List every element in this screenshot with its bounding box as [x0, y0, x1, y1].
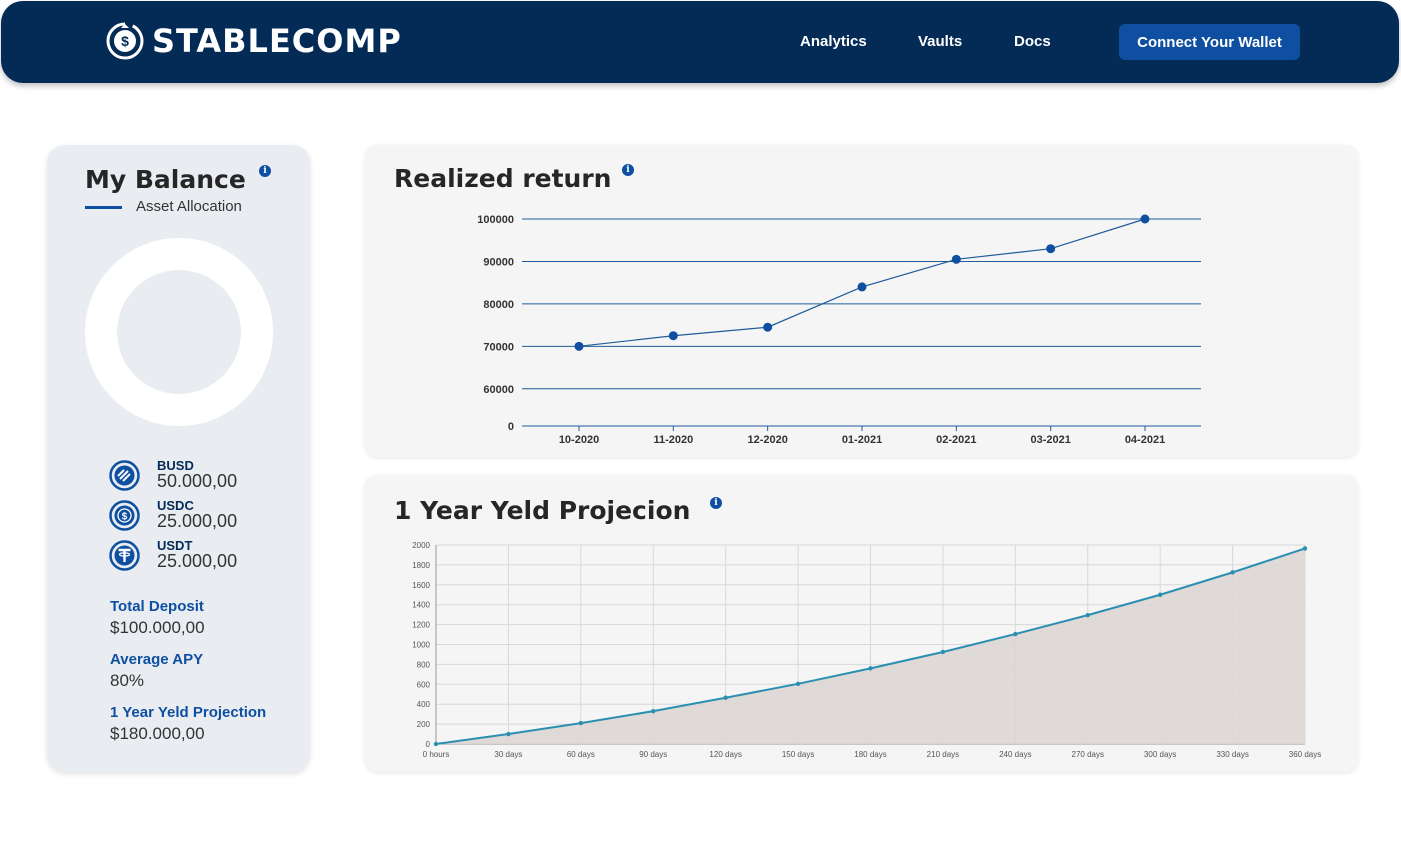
- data-point: [1085, 612, 1090, 618]
- nav-docs[interactable]: Docs: [1014, 33, 1051, 50]
- usdc-icon: $: [109, 500, 140, 531]
- balance-title: My Balance: [85, 165, 246, 194]
- y-tick-label: 800: [417, 660, 431, 669]
- average-apy-value: 80%: [110, 671, 145, 690]
- total-deposit-value: $100.000,00: [110, 618, 205, 637]
- data-point: [1046, 244, 1056, 254]
- x-tick-label: 30 days: [494, 750, 522, 759]
- info-icon[interactable]: i: [259, 165, 271, 177]
- x-tick-label: 240 days: [999, 750, 1031, 759]
- x-tick-label: 150 days: [782, 750, 814, 759]
- x-tick-label: 330 days: [1216, 750, 1248, 759]
- x-tick-label: 270 days: [1072, 750, 1104, 759]
- x-tick-label: 10-2020: [559, 434, 599, 446]
- svg-text:$: $: [122, 512, 128, 523]
- data-point: [795, 681, 801, 687]
- allocation-donut-chart: [85, 238, 273, 426]
- y-tick-label: 1000: [412, 641, 430, 650]
- y-tick-label: 1800: [412, 561, 430, 570]
- y-tick-label: 1200: [412, 621, 430, 630]
- y-tick-label: 400: [417, 700, 431, 709]
- y-tick-label: 70000: [483, 341, 514, 353]
- svg-text:$: $: [121, 33, 129, 49]
- data-point: [940, 649, 946, 655]
- y-tick-label: 600: [417, 680, 431, 689]
- data-point: [1140, 214, 1150, 224]
- y-tick-label: 0: [426, 740, 431, 749]
- data-point: [951, 254, 961, 264]
- y-tick-label: 90000: [483, 256, 514, 268]
- data-point: [1013, 631, 1018, 637]
- asset-row-usdc: $ USDC 25.000,00: [109, 498, 289, 532]
- balance-card: My Balance i Asset Allocation BUSD 50.00…: [47, 145, 310, 772]
- data-point: [1302, 546, 1308, 551]
- donut-hole: [117, 270, 241, 394]
- top-navbar: $ STABLECOMP Analytics Vaults Docs Conne…: [1, 1, 1399, 83]
- y-tick-label: 1400: [412, 601, 430, 610]
- realized-return-chart: 0 60000 70000 80000 90000 100000 10-2020 11-202…: [477, 214, 1201, 446]
- usdt-icon: [109, 540, 140, 571]
- connect-wallet-button[interactable]: Connect Your Wallet: [1119, 24, 1300, 60]
- data-point: [651, 708, 656, 714]
- yield-projection-value: $180.000,00: [110, 724, 205, 743]
- x-tick-label: 60 days: [567, 750, 595, 759]
- data-point: [1230, 570, 1235, 575]
- x-tick-label: 90 days: [639, 750, 667, 759]
- asset-amount: 25.000,00: [157, 511, 238, 531]
- yield-projection-label: 1 Year Yeld Projection: [110, 704, 267, 721]
- y-tick-label: 2000: [412, 541, 430, 550]
- total-deposit-label: Total Deposit: [110, 598, 204, 615]
- nav-vaults[interactable]: Vaults: [918, 33, 962, 50]
- x-tick-label: 0 hours: [423, 750, 450, 759]
- x-tick-label: 360 days: [1289, 750, 1321, 759]
- brand-logo[interactable]: $ STABLECOMP: [105, 21, 402, 61]
- data-point: [668, 331, 678, 341]
- average-apy-label: Average APY: [110, 651, 204, 668]
- data-point: [574, 341, 584, 351]
- data-point: [763, 322, 773, 332]
- y-tick-label: 80000: [483, 299, 514, 311]
- y-tick-label: 100000: [477, 214, 514, 226]
- x-tick-label: 03-2021: [1030, 434, 1070, 446]
- y-tick-label: 0: [508, 421, 514, 433]
- data-point: [868, 666, 873, 671]
- y-tick-label: 200: [417, 720, 431, 729]
- x-tick-label: 210 days: [927, 750, 959, 759]
- asset-row-busd: BUSD 50.000,00: [109, 458, 289, 492]
- asset-amount: 50.000,00: [157, 471, 238, 491]
- allocation-label: Asset Allocation: [136, 198, 242, 215]
- asset-row-usdt: USDT 25.000,00: [109, 538, 289, 572]
- data-point: [723, 695, 728, 700]
- busd-icon: [109, 460, 140, 491]
- x-tick-label: 12-2020: [747, 434, 787, 446]
- asset-amount: 25.000,00: [157, 551, 238, 571]
- y-tick-label: 1600: [412, 581, 430, 590]
- data-point: [578, 720, 584, 726]
- x-tick-label: 01-2021: [842, 434, 882, 446]
- nav-analytics[interactable]: Analytics: [800, 33, 867, 50]
- x-tick-label: 11-2020: [653, 434, 693, 446]
- x-tick-label: 04-2021: [1125, 434, 1165, 446]
- yield-projection-card: 1 Year Yeld Projecion i 0 200 400 600 800 100…: [365, 475, 1358, 772]
- coin-cycle-icon: $: [106, 22, 144, 60]
- allocation-indicator: [85, 206, 122, 209]
- x-tick-label: 02-2021: [936, 434, 976, 446]
- x-tick-label: 300 days: [1144, 750, 1176, 759]
- yield-projection-chart: 0 200 400 600 800 1000 1200 1400 1600 1800 2000 0 h…: [412, 541, 1321, 759]
- brand-name: STABLECOMP: [152, 22, 402, 60]
- data-point: [857, 282, 867, 292]
- x-tick-label: 180 days: [854, 750, 886, 759]
- x-tick-label: 120 days: [709, 750, 741, 759]
- data-point: [433, 741, 439, 747]
- data-point: [1157, 592, 1163, 597]
- realized-return-card: Realized return i 0 60000 70000 80000 90000 1…: [365, 145, 1358, 457]
- data-point: [506, 731, 511, 737]
- y-tick-label: 60000: [483, 384, 514, 396]
